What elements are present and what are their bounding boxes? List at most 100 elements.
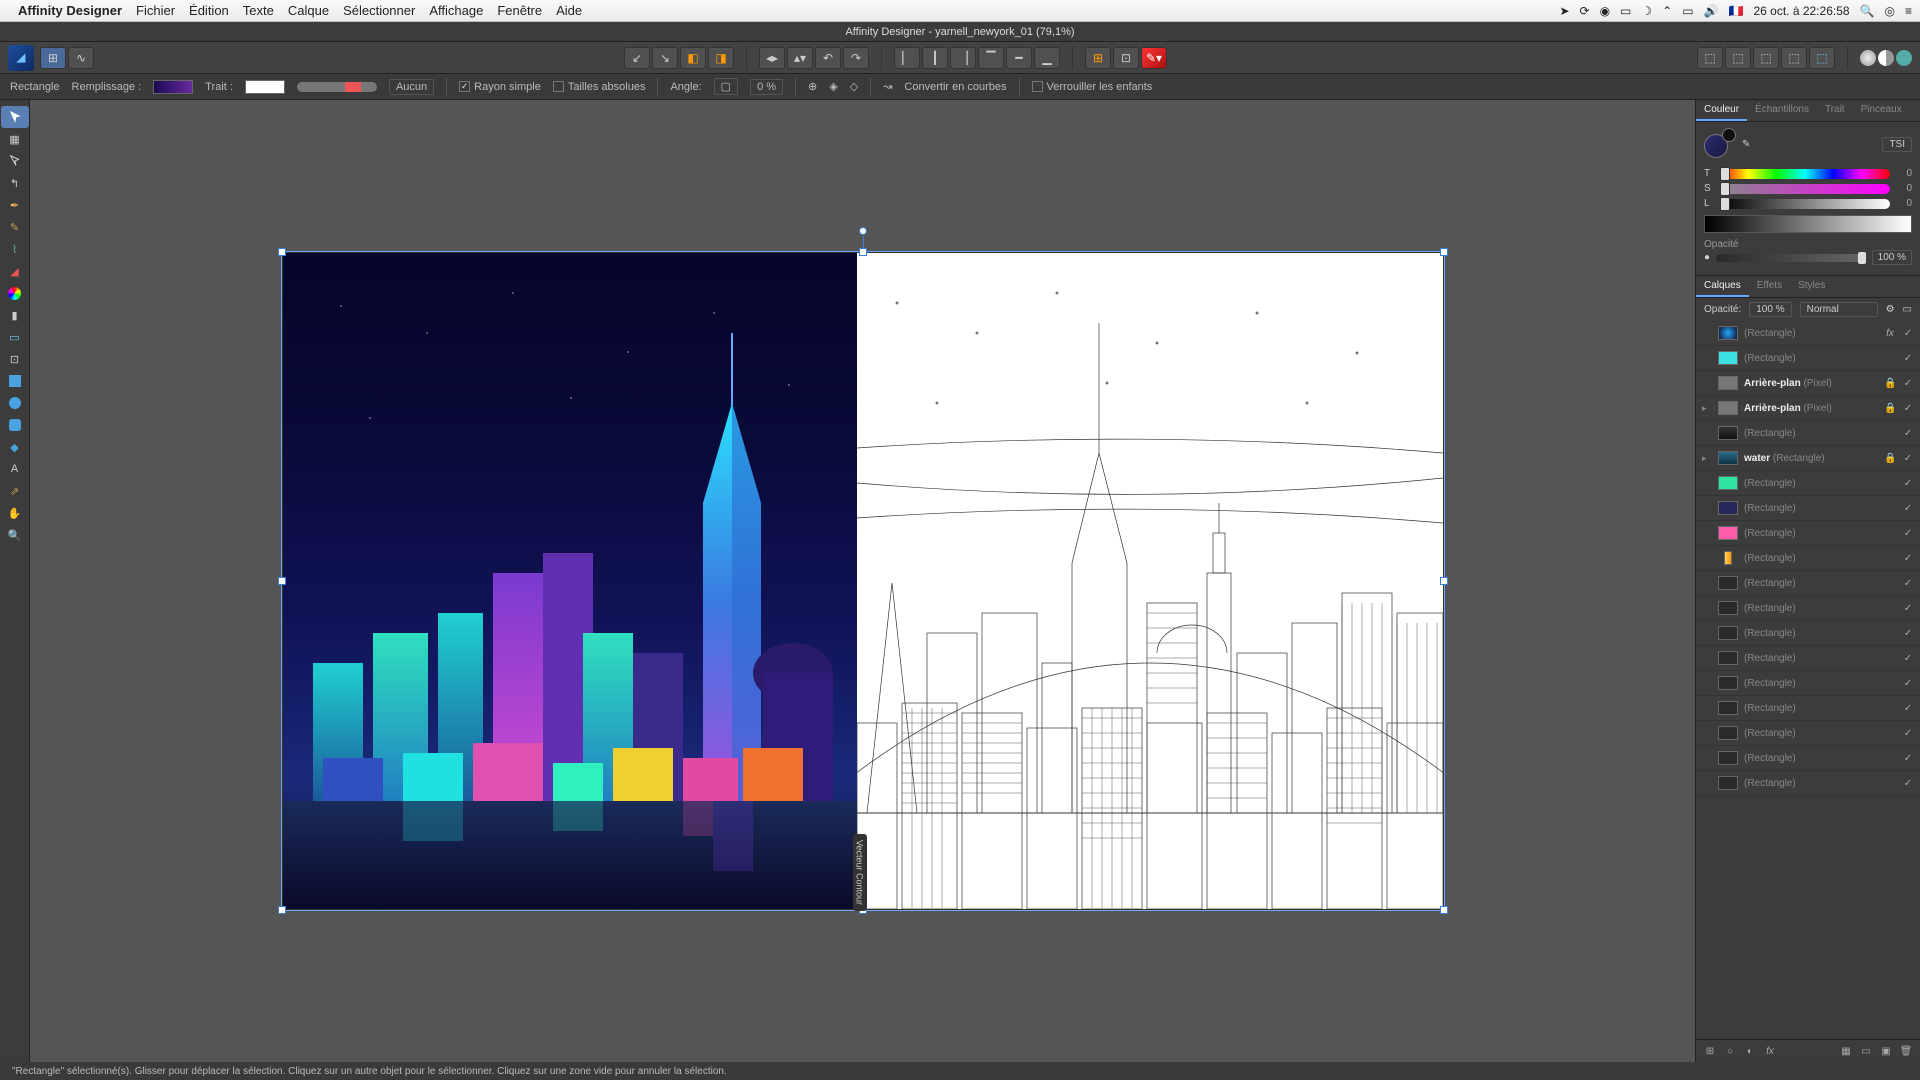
- gradient-strip[interactable]: [1704, 215, 1912, 233]
- align-hcenter[interactable]: ┃: [922, 47, 948, 69]
- hand-tool[interactable]: ✋: [1, 502, 29, 524]
- layer-row[interactable]: (Rectangle)✓: [1696, 521, 1920, 546]
- tab-brushes[interactable]: Pinceaux: [1853, 100, 1910, 121]
- visibility-check[interactable]: ✓: [1902, 428, 1914, 439]
- battery-icon[interactable]: ▭: [1682, 4, 1693, 18]
- layer-row[interactable]: ▸Arrière-plan (Pixel)🔒✓: [1696, 396, 1920, 421]
- transform-origin-icon[interactable]: ⊕: [808, 80, 817, 93]
- tab-effects[interactable]: Effets: [1749, 276, 1790, 297]
- visibility-check[interactable]: ✓: [1902, 628, 1914, 639]
- fill-swatch[interactable]: [153, 80, 193, 94]
- color-mode-select[interactable]: TSI: [1882, 137, 1912, 152]
- layer-row[interactable]: (Rectangle)✓: [1696, 621, 1920, 646]
- dnd-icon[interactable]: ☽: [1641, 4, 1652, 18]
- layer-row[interactable]: (Rectangle)✓: [1696, 496, 1920, 521]
- visibility-check[interactable]: ✓: [1902, 578, 1914, 589]
- menu-window[interactable]: Fenêtre: [497, 3, 542, 18]
- menu-layer[interactable]: Calque: [288, 3, 329, 18]
- tab-styles[interactable]: Styles: [1790, 276, 1833, 297]
- zoom-tool[interactable]: 🔍: [1, 524, 29, 546]
- split-view-label[interactable]: Vecteur Contour: [853, 834, 867, 911]
- layer-row[interactable]: ▸water (Rectangle)🔒✓: [1696, 446, 1920, 471]
- opacity-value[interactable]: 100 %: [1872, 250, 1912, 265]
- lock-children-check[interactable]: Verrouiller les enfants: [1032, 81, 1153, 93]
- visibility-check[interactable]: ✓: [1902, 728, 1914, 739]
- rotate-ccw[interactable]: ↶: [815, 47, 841, 69]
- fx-layer-icon[interactable]: fx: [1762, 1044, 1778, 1058]
- sat-slider[interactable]: [1720, 184, 1890, 194]
- layer-row[interactable]: (Rectangle)✓: [1696, 546, 1920, 571]
- wifi-icon[interactable]: ⌃: [1662, 4, 1672, 18]
- abs-sizes-check[interactable]: Tailles absolues: [553, 81, 646, 93]
- tab-layers[interactable]: Calques: [1696, 276, 1749, 297]
- volume-icon[interactable]: 🔊: [1704, 4, 1719, 18]
- visibility-check[interactable]: ✓: [1902, 553, 1914, 564]
- visibility-check[interactable]: ✓: [1902, 328, 1914, 339]
- layer-row[interactable]: (Rectangle)fx✓: [1696, 321, 1920, 346]
- fx-icon[interactable]: fx: [1884, 328, 1896, 339]
- corner-style[interactable]: ▢: [714, 78, 738, 95]
- menu-help[interactable]: Aide: [556, 3, 582, 18]
- arrange-forward[interactable]: ◧: [680, 47, 706, 69]
- view-mode-3[interactable]: [1896, 50, 1912, 66]
- corner-tool[interactable]: ↰: [1, 172, 29, 194]
- add-layer-icon[interactable]: ▭: [1858, 1044, 1874, 1058]
- menu-select[interactable]: Sélectionner: [343, 3, 415, 18]
- transparency-tool[interactable]: [1, 282, 29, 304]
- node-tool[interactable]: [1, 150, 29, 172]
- display-icon[interactable]: ▭: [1620, 4, 1631, 18]
- visibility-check[interactable]: ✓: [1902, 478, 1914, 489]
- place-tool[interactable]: ▮: [1, 304, 29, 326]
- op-divide[interactable]: ⬚: [1781, 47, 1807, 69]
- blend-mode-select[interactable]: Normal: [1800, 302, 1878, 317]
- delete-layer-icon[interactable]: 🗑: [1898, 1044, 1914, 1058]
- flip-vertical[interactable]: ▴▾: [787, 47, 813, 69]
- handle-mid-right[interactable]: [1440, 577, 1448, 585]
- visibility-check[interactable]: ✓: [1902, 503, 1914, 514]
- visibility-check[interactable]: ✓: [1902, 353, 1914, 364]
- lock-icon[interactable]: 🔒: [1884, 403, 1896, 414]
- pencil-tool[interactable]: ✎: [1, 216, 29, 238]
- flag-icon[interactable]: 🇫🇷: [1729, 4, 1744, 18]
- lum-slider[interactable]: [1720, 199, 1890, 209]
- rounded-rect-tool[interactable]: [1, 414, 29, 436]
- lock-icon[interactable]: 🔒: [1884, 453, 1896, 464]
- visibility-check[interactable]: ✓: [1902, 378, 1914, 389]
- notifications-icon[interactable]: ≡: [1905, 4, 1912, 18]
- cloud-icon[interactable]: ◉: [1600, 4, 1610, 18]
- app-name[interactable]: Affinity Designer: [18, 3, 122, 18]
- text-tool[interactable]: A: [1, 458, 29, 480]
- clock[interactable]: 26 oct. à 22:26:58: [1753, 4, 1849, 18]
- layer-opacity-value[interactable]: 100 %: [1749, 302, 1791, 317]
- flip-horizontal[interactable]: ◂▸: [759, 47, 785, 69]
- visibility-check[interactable]: ✓: [1902, 453, 1914, 464]
- layer-row[interactable]: (Rectangle)✓: [1696, 671, 1920, 696]
- disclosure-icon[interactable]: ▸: [1702, 453, 1712, 464]
- menu-view[interactable]: Affichage: [429, 3, 483, 18]
- menu-text[interactable]: Texte: [243, 3, 274, 18]
- transform-mode-icon[interactable]: ◈: [829, 80, 837, 93]
- layer-row[interactable]: (Rectangle)✓: [1696, 596, 1920, 621]
- hide-selection-icon[interactable]: ◇: [850, 80, 858, 93]
- layer-row[interactable]: (Rectangle)✓: [1696, 421, 1920, 446]
- fill-stroke-circles[interactable]: [1704, 128, 1736, 160]
- move-tool[interactable]: [1, 106, 29, 128]
- align-bottom[interactable]: ▁: [1034, 47, 1060, 69]
- tab-stroke[interactable]: Trait: [1817, 100, 1853, 121]
- visibility-check[interactable]: ✓: [1902, 528, 1914, 539]
- arrange-front[interactable]: ◨: [708, 47, 734, 69]
- rectangle-tool[interactable]: [1, 370, 29, 392]
- fill-tool[interactable]: ◢: [1, 260, 29, 282]
- convert-curves-button[interactable]: Convertir en courbes: [904, 81, 1006, 93]
- view-mode-2[interactable]: [1878, 50, 1894, 66]
- op-combine[interactable]: ⬚: [1809, 47, 1835, 69]
- adjustment-layer-icon[interactable]: ◐: [1742, 1044, 1758, 1058]
- visibility-check[interactable]: ✓: [1902, 678, 1914, 689]
- insert-target[interactable]: ✎▾: [1141, 47, 1167, 69]
- convert-icon[interactable]: ↝: [883, 80, 892, 93]
- layer-row[interactable]: Arrière-plan (Pixel)🔒✓: [1696, 371, 1920, 396]
- vector-crop-tool[interactable]: ⊡: [1, 348, 29, 370]
- snap-toggle[interactable]: ⊞: [1085, 47, 1111, 69]
- view-mode-1[interactable]: [1860, 50, 1876, 66]
- triangle-tool[interactable]: ◆: [1, 436, 29, 458]
